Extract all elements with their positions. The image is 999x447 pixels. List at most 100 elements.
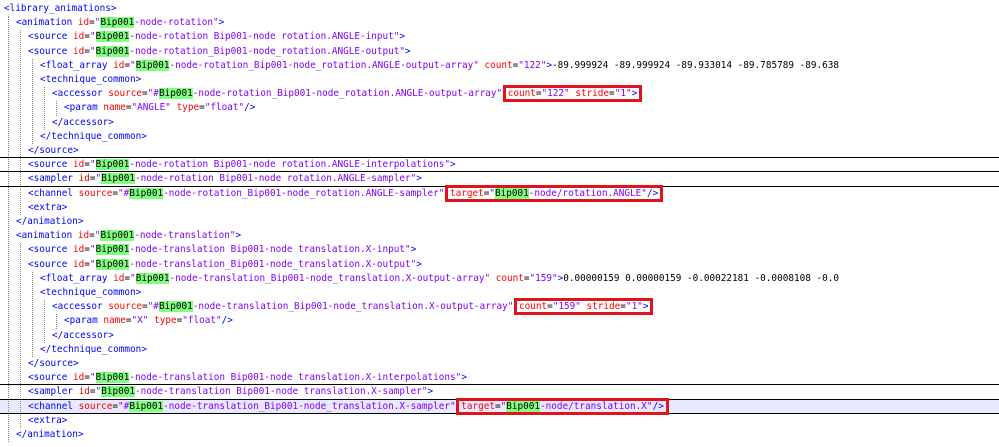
xml-tag-token: <param xyxy=(64,102,104,114)
line-separator xyxy=(0,384,999,386)
xml-attribute-token: id xyxy=(73,31,85,43)
xml-value-token: "Bip001-node-translation Bip001-node tra… xyxy=(95,386,428,398)
xml-attribute-token: id xyxy=(78,386,90,398)
code-line[interactable]: <param name = "X" type = "float"/> xyxy=(0,314,999,328)
code-line[interactable]: <animation id = "Bip001-node-rotation" > xyxy=(0,16,999,30)
indent-guide xyxy=(8,16,9,443)
line-separator xyxy=(0,157,999,159)
xml-tag-token: > xyxy=(235,230,242,242)
code-line[interactable]: <source id = "Bip001-node-rotation Bip001-… xyxy=(0,158,999,172)
code-line[interactable]: </technique_common> xyxy=(0,343,999,357)
code-line[interactable]: <float_array id = "Bip001-node-rotation_Bi… xyxy=(0,59,999,73)
xml-tag-token: > xyxy=(416,173,422,185)
xml-value-token: "#Bip001-node-rotation_Bip001-node_rotat… xyxy=(147,88,508,100)
code-line[interactable]: <source id = "Bip001-node-translation Bip0… xyxy=(0,371,999,385)
code-line[interactable]: <source id = "Bip001-node-translation_Bip0… xyxy=(0,258,999,272)
xml-tag-token: <channel xyxy=(28,400,79,412)
code-line[interactable]: <accessor source = "#Bip001-node-rotation_… xyxy=(0,87,999,101)
xml-value-token: "#Bip001-node-translation_Bip001-node_tr… xyxy=(147,301,519,313)
xml-tag-token: <library_animations> xyxy=(4,3,117,14)
xml-attribute-token: id xyxy=(73,45,85,57)
xml-value-token: "159" xyxy=(529,272,558,284)
xml-value-token: "Bip001-node-translation" xyxy=(94,230,236,242)
indent-guide xyxy=(20,30,21,215)
xml-tag-token: > xyxy=(410,244,417,256)
code-line[interactable]: <extra> xyxy=(0,414,999,428)
xml-tag-token: <source xyxy=(28,31,74,43)
line-separator xyxy=(0,171,999,173)
xml-tag-token: </technique_common> xyxy=(40,343,147,355)
search-match-highlight: Bip001 xyxy=(158,301,193,313)
xml-attribute-token: source xyxy=(108,301,143,313)
code-line[interactable]: </accessor> xyxy=(0,329,999,343)
code-line[interactable]: <technique_common> xyxy=(0,286,999,300)
code-line[interactable]: <source id = "Bip001-node-translation Bip0… xyxy=(0,243,999,257)
code-line[interactable]: </technique_common> xyxy=(0,130,999,144)
code-line[interactable]: <accessor source = "#Bip001-node-translati… xyxy=(0,300,999,314)
xml-value-token: "Bip001-node-translation_Bip001-node_tra… xyxy=(130,272,496,284)
code-line[interactable]: <source id = "Bip001-node-rotation_Bip001-… xyxy=(0,45,999,59)
xml-attribute-token: id xyxy=(113,272,125,284)
xml-attribute-token: count xyxy=(495,272,524,284)
search-match-highlight: Bip001 xyxy=(101,386,135,398)
xml-value-token: "Bip001-node-rotation Bip001-node rotati… xyxy=(89,31,400,43)
xml-tag-token: /> xyxy=(221,315,233,327)
code-line[interactable]: <float_array id = "Bip001-node-translation… xyxy=(0,272,999,286)
code-line[interactable]: <param name = "ANGLE" type = "float"/> xyxy=(0,101,999,115)
xml-tag-token: <technique_common> xyxy=(40,287,142,298)
xml-tag-token: <animation xyxy=(16,17,78,29)
code-line[interactable]: </animation> xyxy=(0,428,999,442)
search-match-highlight: Bip001 xyxy=(158,88,193,100)
search-match-highlight: Bip001 xyxy=(100,230,135,242)
xml-tag-token: <accessor xyxy=(52,301,109,313)
code-line[interactable]: <source id = "Bip001-node-rotation Bip001-… xyxy=(0,30,999,44)
xml-value-token: "Bip001-node-rotation_Bip001-node_rotati… xyxy=(89,45,405,57)
xml-editor[interactable]: <library_animations> <animation id = "Bip00… xyxy=(0,0,999,447)
xml-tag-token: > xyxy=(404,45,411,57)
search-match-highlight: Bip001 xyxy=(101,173,135,185)
search-match-highlight: Bip001 xyxy=(129,187,164,199)
xml-tag-token: </technique_common> xyxy=(40,130,147,142)
callout-box xyxy=(456,397,669,415)
indent-guide xyxy=(44,87,45,130)
callout-box xyxy=(513,298,654,316)
code-line[interactable]: </source> xyxy=(0,357,999,371)
search-match-highlight: Bip001 xyxy=(95,244,130,256)
code-line[interactable]: <library_animations> xyxy=(0,2,999,16)
callout-box xyxy=(444,184,664,202)
xml-attribute-token: name xyxy=(103,315,126,327)
xml-text-token: -89.999924 -89.999924 -89.933014 -89.785… xyxy=(552,59,839,71)
xml-tag-token: <accessor xyxy=(52,88,109,100)
xml-tag-token: <source xyxy=(28,45,74,57)
xml-tag-token: </accessor> xyxy=(52,329,114,341)
code-line[interactable]: <technique_common> xyxy=(0,73,999,87)
xml-attribute-token: id xyxy=(73,258,85,270)
indent-guide xyxy=(56,314,57,329)
xml-attribute-token: id xyxy=(73,159,85,171)
xml-tag-token: > xyxy=(427,386,434,398)
xml-tag-token: </source> xyxy=(28,145,79,156)
search-match-highlight: Bip001 xyxy=(135,272,170,284)
xml-tag-token: <param xyxy=(64,315,104,327)
code-line[interactable]: <extra> xyxy=(0,201,999,215)
code-line[interactable]: <animation id = "Bip001-node-translation" > xyxy=(0,229,999,243)
xml-attribute-token: type xyxy=(176,102,200,114)
xml-attribute-token: source xyxy=(108,88,143,100)
xml-tag-token: > xyxy=(416,258,422,270)
xml-tag-token: <source xyxy=(28,372,74,384)
xml-value-token: "Bip001-node-rotation" xyxy=(94,17,219,29)
code-line[interactable]: </source> xyxy=(0,144,999,158)
xml-value-token: "float" xyxy=(204,102,245,114)
search-match-highlight: Bip001 xyxy=(135,59,170,71)
search-match-highlight: Bip001 xyxy=(129,400,164,412)
code-line[interactable]: </animation> xyxy=(0,215,999,229)
indent-guide xyxy=(20,243,21,428)
xml-attribute-token: source xyxy=(78,400,113,412)
code-line[interactable]: </accessor> xyxy=(0,116,999,130)
search-match-highlight: Bip001 xyxy=(100,17,135,29)
xml-value-token: "X" xyxy=(131,315,155,327)
xml-attribute-token: type xyxy=(154,315,177,327)
xml-tag-token: <float_array xyxy=(40,59,114,71)
search-match-highlight: Bip001 xyxy=(95,372,130,384)
xml-tag-token: /> xyxy=(244,102,256,114)
